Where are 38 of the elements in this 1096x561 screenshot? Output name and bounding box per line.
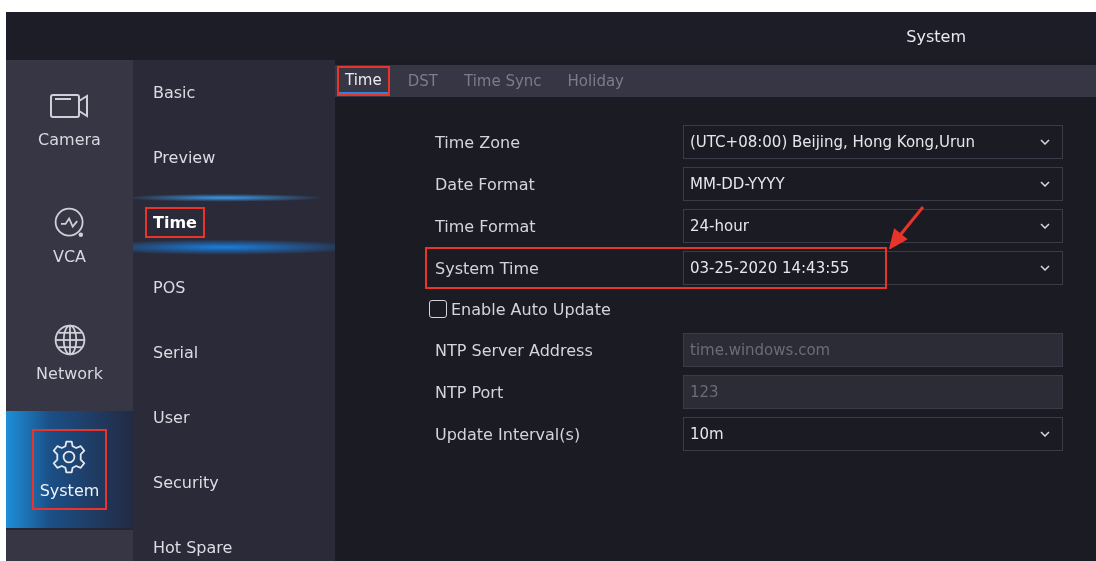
nav-item[interactable]: VCA [6, 177, 133, 294]
page-title: System [906, 26, 966, 46]
field-label: NTP Port [435, 382, 505, 402]
menu-item[interactable]: User [147, 404, 196, 431]
nav-item[interactable]: Network [6, 294, 133, 411]
menu-item[interactable]: Preview [147, 144, 222, 171]
menu-item[interactable]: POS [147, 274, 192, 301]
nav-label: System [39, 481, 100, 500]
chevron-down-icon [1040, 265, 1050, 271]
nav-item[interactable]: System [6, 411, 133, 528]
field-label: Time Format [435, 216, 537, 236]
field-label: Update Interval(s) [435, 424, 582, 444]
nav-label: Camera [38, 130, 101, 149]
dropdown[interactable]: MM-DD-YYYY [683, 167, 1063, 201]
checkbox-label: Enable Auto Update [451, 299, 611, 319]
annotation-arrow [887, 205, 927, 249]
checkbox[interactable] [429, 300, 447, 318]
nav-item[interactable]: Camera [6, 60, 133, 177]
field-label: System Time [435, 258, 540, 278]
field-label: Date Format [435, 174, 536, 194]
menu-item[interactable]: Security [147, 469, 225, 496]
dropdown[interactable]: 10m [683, 417, 1063, 451]
chevron-down-icon [1040, 181, 1050, 187]
menu-item[interactable]: Time [147, 209, 203, 236]
menu-item[interactable]: Basic [147, 79, 202, 106]
tab[interactable]: Time [339, 68, 388, 94]
chevron-down-icon [1040, 139, 1050, 145]
field-label: NTP Server Address [435, 340, 594, 360]
field-label: Time Zone [435, 132, 521, 152]
nav-label: VCA [52, 247, 87, 266]
nav-label: Network [36, 364, 103, 383]
dropdown[interactable]: (UTC+08:00) Beijing, Hong Kong,Urun [683, 125, 1063, 159]
dropdown[interactable]: 03-25-2020 14:43:55 [683, 251, 1063, 285]
chevron-down-icon [1040, 223, 1050, 229]
dropdown[interactable]: 24-hour [683, 209, 1063, 243]
chevron-down-icon [1040, 431, 1050, 437]
menu-item[interactable]: Hot Spare [147, 534, 239, 561]
menu-item[interactable]: Serial [147, 339, 205, 366]
